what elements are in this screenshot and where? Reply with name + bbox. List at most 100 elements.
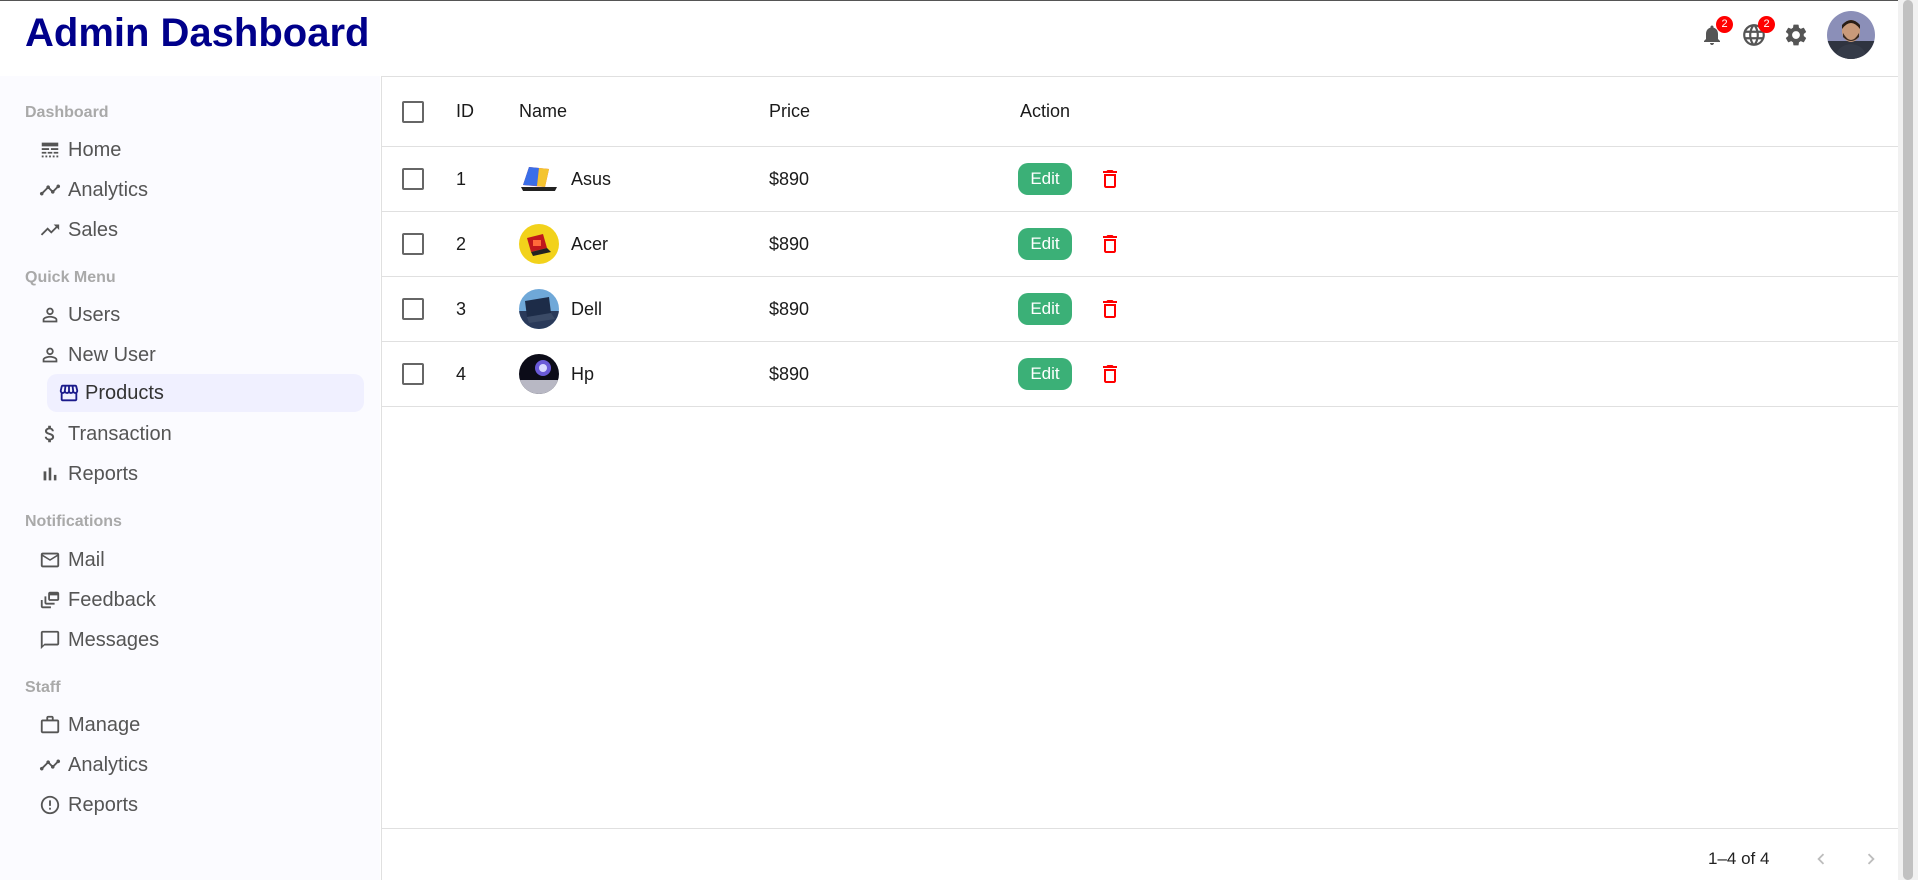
product-thumbnail (519, 354, 559, 394)
dynamic-feed-icon (38, 588, 62, 612)
sidebar-item-messages[interactable]: Messages (38, 621, 364, 659)
row-price: $890 (769, 298, 810, 319)
sidebar-item-label: Products (85, 381, 164, 404)
sidebar-item-analytics[interactable]: Analytics (38, 171, 364, 209)
previous-page-button[interactable] (1809, 847, 1833, 871)
delete-button[interactable] (1096, 358, 1124, 390)
sidebar-item-label: Reports (68, 462, 139, 485)
sidebar-item-label: Manage (68, 713, 141, 736)
sidebar-section-quick-menu: Quick Menu (25, 269, 116, 286)
trash-icon (1103, 170, 1117, 188)
column-header-action[interactable]: Action (1020, 101, 1070, 122)
person-icon (38, 343, 62, 367)
sidebar-item-staff-analytics[interactable]: Analytics (38, 746, 364, 784)
storefront-icon (57, 381, 81, 405)
sidebar-item-feedback[interactable]: Feedback (38, 581, 364, 619)
avatar-image (1827, 11, 1875, 59)
sidebar-item-label: Transaction (68, 422, 172, 445)
products-grid: ID Name Price Action 1 Asus $890 Edit 2 … (381, 76, 1899, 881)
column-header-price[interactable]: Price (769, 101, 810, 122)
edit-button[interactable]: Edit (1018, 228, 1072, 260)
timeline-icon (38, 753, 62, 777)
row-price: $890 (769, 168, 810, 189)
page-scrollbar-thumb[interactable] (1903, 0, 1913, 880)
person-icon (38, 303, 62, 327)
column-header-id[interactable]: ID (456, 101, 474, 122)
trash-icon (1103, 365, 1117, 383)
table-row[interactable]: 2 Acer $890 Edit (382, 212, 1899, 277)
trash-icon (1103, 300, 1117, 318)
row-checkbox[interactable] (402, 233, 424, 255)
sidebar-item-label: Users (68, 303, 121, 326)
notifications-badge: 2 (1716, 16, 1733, 33)
row-price: $890 (769, 233, 810, 254)
sidebar: Dashboard Home Analytics Sales Quick Men… (0, 76, 380, 880)
sidebar-item-label: New User (68, 343, 156, 366)
row-actions: Edit (1018, 293, 1124, 325)
delete-button[interactable] (1096, 228, 1124, 260)
edit-button[interactable]: Edit (1018, 163, 1072, 195)
row-id: 4 (456, 363, 467, 384)
sidebar-item-users[interactable]: Users (38, 296, 364, 334)
sidebar-item-staff-reports[interactable]: Reports (38, 786, 364, 824)
sidebar-item-transaction[interactable]: Transaction (38, 415, 364, 453)
table-row[interactable]: 4 Hp $890 Edit (382, 342, 1899, 407)
column-header-name[interactable]: Name (519, 101, 567, 122)
edit-button[interactable]: Edit (1018, 293, 1072, 325)
sidebar-item-sales[interactable]: Sales (38, 211, 364, 249)
trending-up-icon (38, 218, 62, 242)
row-name-cell: Hp (519, 354, 594, 394)
sidebar-item-label: Reports (68, 793, 139, 816)
sidebar-section-notifications: Notifications (25, 513, 122, 530)
delete-button[interactable] (1096, 293, 1124, 325)
sidebar-item-label: Mail (68, 548, 105, 571)
row-price: $890 (769, 363, 810, 384)
sidebar-item-products[interactable]: Products (47, 374, 364, 412)
sidebar-section-dashboard: Dashboard (25, 104, 109, 121)
chevron-right-icon (1867, 853, 1875, 865)
select-all-checkbox[interactable] (402, 100, 424, 123)
grid-footer: 1–4 of 4 (382, 828, 1899, 881)
delete-button[interactable] (1096, 163, 1124, 195)
row-id: 2 (456, 233, 467, 254)
gear-icon (1785, 24, 1807, 46)
table-row[interactable]: 3 Dell $890 Edit (382, 277, 1899, 342)
product-name: Asus (571, 168, 612, 189)
chevron-left-icon (1817, 853, 1825, 865)
row-actions: Edit (1018, 228, 1124, 260)
mail-icon (38, 548, 62, 572)
row-checkbox[interactable] (402, 363, 424, 385)
sidebar-section-staff: Staff (25, 679, 61, 696)
product-thumbnail (519, 289, 559, 329)
language-button[interactable]: 2 (1739, 16, 1775, 50)
notifications-button[interactable]: 2 (1697, 16, 1733, 50)
row-name-cell: Dell (519, 289, 602, 329)
settings-button[interactable] (1781, 20, 1811, 50)
app-logo-title[interactable]: Admin Dashboard (25, 11, 369, 56)
row-name-cell: Acer (519, 224, 608, 264)
sidebar-item-label: Messages (68, 628, 160, 651)
bar-chart-icon (38, 462, 62, 486)
table-row[interactable]: 1 Asus $890 Edit (382, 147, 1899, 212)
line-style-icon (38, 138, 62, 162)
language-badge: 2 (1758, 16, 1775, 33)
dollar-icon (38, 422, 62, 446)
avatar[interactable] (1827, 11, 1875, 59)
edit-button[interactable]: Edit (1018, 358, 1072, 390)
sidebar-item-reports[interactable]: Reports (38, 455, 364, 493)
sidebar-item-label: Home (68, 138, 122, 161)
next-page-button[interactable] (1859, 847, 1883, 871)
sidebar-item-mail[interactable]: Mail (38, 541, 364, 579)
sidebar-item-new-user[interactable]: New User (38, 336, 364, 374)
topbar-icons: 2 2 (1697, 11, 1898, 59)
row-checkbox[interactable] (402, 298, 424, 320)
row-checkbox[interactable] (402, 168, 424, 190)
sidebar-item-home[interactable]: Home (38, 131, 364, 169)
briefcase-icon (38, 713, 62, 737)
topbar: Admin Dashboard 2 2 (0, 0, 1898, 76)
timeline-icon (38, 178, 62, 202)
error-outline-icon (38, 793, 62, 817)
sidebar-item-label: Feedback (68, 588, 156, 611)
sidebar-item-manage[interactable]: Manage (38, 706, 364, 744)
pagination-label: 1–4 of 4 (1708, 849, 1770, 868)
